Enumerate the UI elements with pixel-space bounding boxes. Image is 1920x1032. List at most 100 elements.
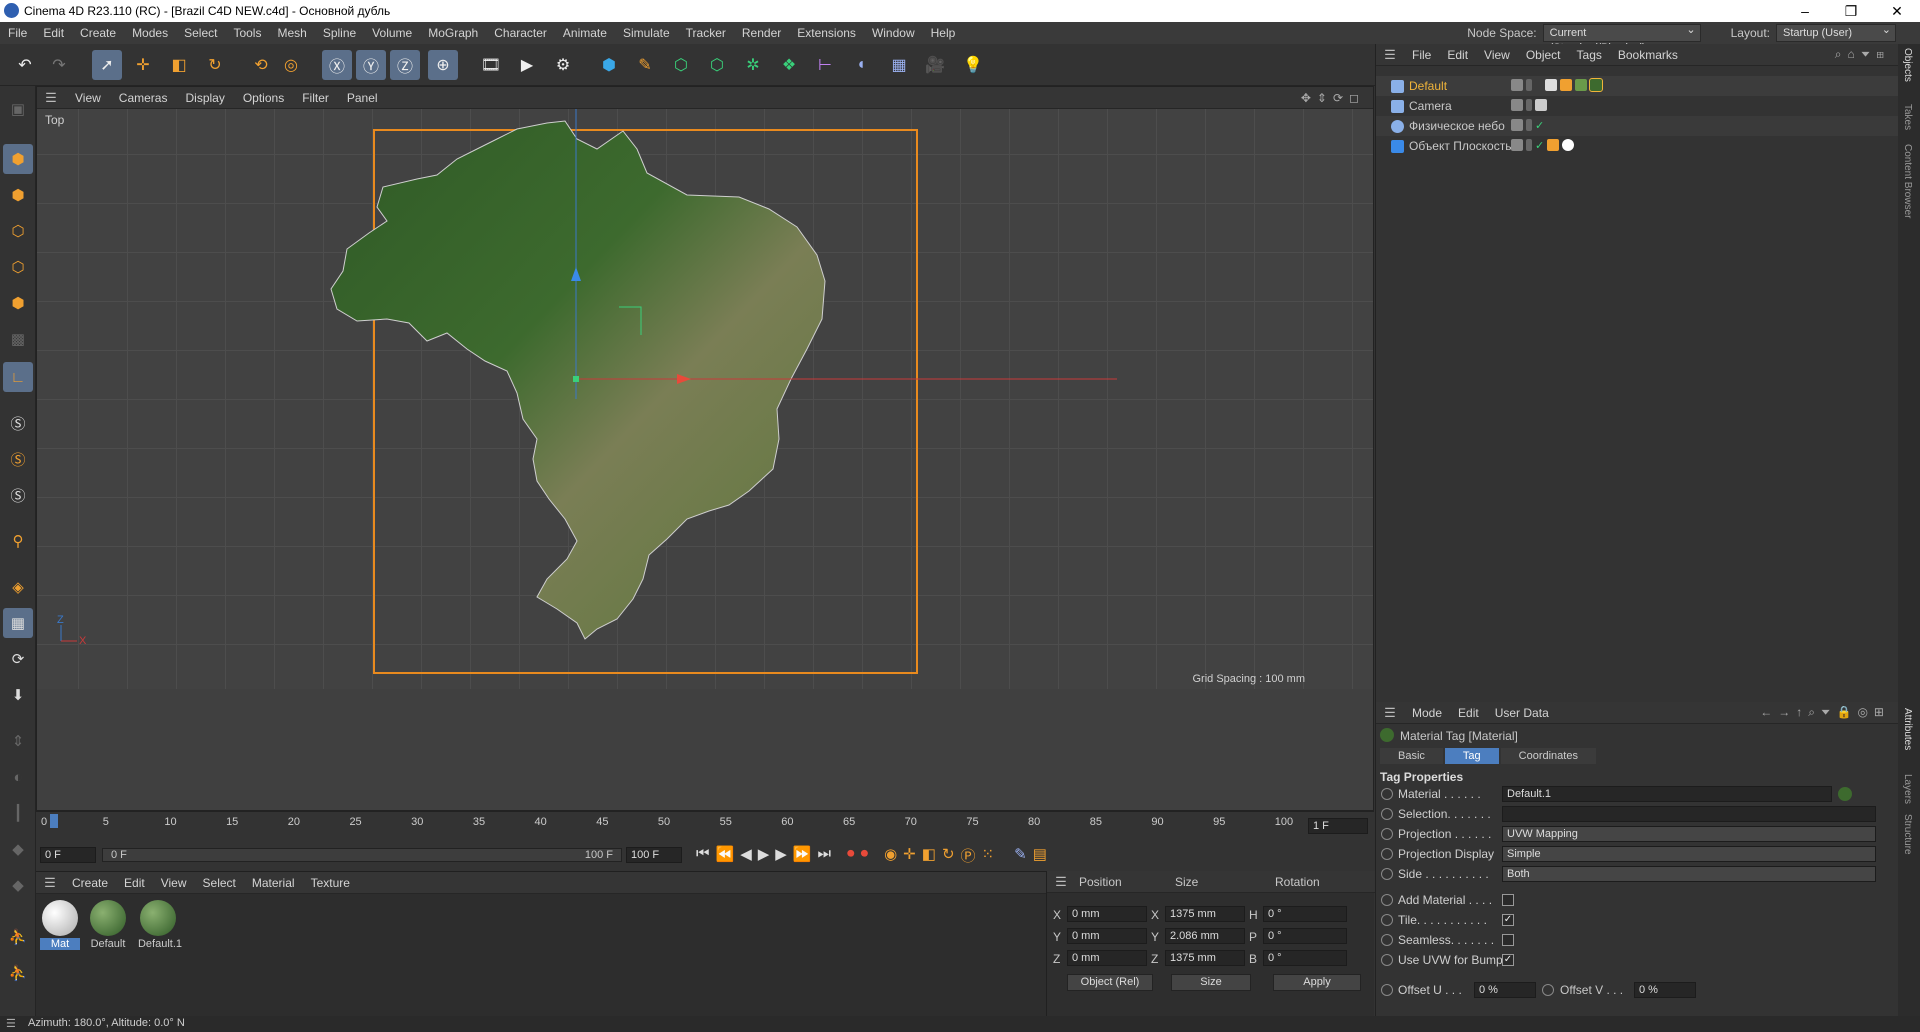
viewport-menu-filter[interactable]: Filter — [294, 91, 337, 105]
material-menu-hamburger-icon[interactable]: ☰ — [36, 875, 64, 891]
side-tab-structure[interactable]: Structure — [1902, 814, 1913, 855]
recent-tools-icon[interactable]: ⟲ — [246, 50, 276, 80]
field-use-uvw-bump[interactable]: Use UVW for Bump ✓ — [1376, 950, 1899, 970]
object-row-default[interactable]: Default — [1376, 76, 1899, 96]
material-menu-create[interactable]: Create — [64, 876, 116, 890]
frame-range-slider[interactable]: 0 F 100 F — [102, 848, 622, 862]
workplane-icon[interactable]: ◈ — [3, 572, 33, 602]
subdivision-icon[interactable]: ⬡ — [666, 50, 696, 80]
live-select-icon[interactable]: ◎ — [276, 50, 306, 80]
tab-tag[interactable]: Tag — [1444, 748, 1499, 764]
object-row-physical-sky[interactable]: Физическое небо ✓ — [1376, 116, 1899, 136]
objects-hamburger-icon[interactable]: ☰ — [1376, 47, 1404, 63]
redo-icon[interactable]: ↷ — [44, 50, 74, 80]
coords-size-z-field[interactable]: 1375 mm — [1165, 950, 1245, 966]
timeline-ruler[interactable]: 0 5 10 15 20 25 30 35 40 45 50 55 60 65 70 75 80 85 90 95 10… — [36, 811, 1374, 841]
coords-size-mode-dropdown[interactable]: Size — [1171, 974, 1251, 991]
objects-menu-view[interactable]: View — [1476, 48, 1518, 62]
autokey-icon[interactable]: ⏺ — [861, 845, 869, 866]
tab-basic[interactable]: Basic — [1380, 748, 1443, 764]
material-mat-label[interactable]: Mat — [40, 938, 80, 950]
tab-coordinates[interactable]: Coordinates — [1500, 748, 1596, 764]
field-tile[interactable]: Tile. . . . . . . . . . . ✓ — [1376, 910, 1899, 930]
menu-create[interactable]: Create — [72, 26, 124, 40]
viewport-nav-icons[interactable]: ✥⇕⟳◻ — [1301, 91, 1365, 105]
menu-spline[interactable]: Spline — [315, 26, 364, 40]
menu-simulate[interactable]: Simulate — [615, 26, 678, 40]
timeline-window-icon[interactable]: ▤ — [1033, 845, 1047, 866]
attributes-hamburger-icon[interactable]: ☰ — [1376, 705, 1404, 721]
add-material-checkbox[interactable] — [1502, 894, 1514, 906]
viewport-canvas[interactable]: Top Z X Grid Spacing: 100 mm — [37, 109, 1373, 689]
side-tab-objects[interactable]: Objects — [1902, 48, 1913, 82]
seamless-checkbox[interactable] — [1502, 934, 1514, 946]
field-material[interactable]: Material . . . . . . Default.1 — [1376, 784, 1899, 804]
next-key-icon[interactable]: ⏩ — [793, 845, 812, 866]
menu-window[interactable]: Window — [864, 26, 923, 40]
close-button[interactable]: ✕ — [1874, 3, 1920, 20]
field-seamless[interactable]: Seamless. . . . . . . — [1376, 930, 1899, 950]
side-tab-layers[interactable]: Layers — [1902, 774, 1913, 804]
coords-size-x-field[interactable]: 1375 mm — [1165, 906, 1245, 922]
offset-u-field[interactable]: 0 % — [1474, 982, 1536, 998]
viewport-menu-panel[interactable]: Panel — [339, 91, 386, 105]
key-rotation-icon[interactable]: ↻ — [942, 845, 955, 866]
attributes-menu-edit[interactable]: Edit — [1450, 706, 1487, 720]
material-default-swatch[interactable] — [90, 900, 126, 936]
prev-key-icon[interactable]: ⏪ — [716, 845, 735, 866]
select-tool-icon[interactable]: ➚ — [92, 50, 122, 80]
field-side[interactable]: Side . . . . . . . . . . Both — [1376, 864, 1899, 884]
go-start-icon[interactable]: ⏮ — [696, 845, 710, 866]
model-mode-icon[interactable]: ⬢ — [3, 144, 33, 174]
start-frame-field[interactable]: 0 F — [40, 847, 96, 863]
viewport-hamburger-icon[interactable]: ☰ — [37, 90, 65, 106]
prev-frame-icon[interactable]: ◀ — [740, 845, 752, 866]
layer-icon[interactable]: ◆ — [3, 834, 33, 864]
light-icon[interactable]: 💡 — [958, 50, 988, 80]
texture-mode-icon[interactable]: ⬢ — [3, 180, 33, 210]
field-projection[interactable]: Projection . . . . . . UVW Mapping — [1376, 824, 1899, 844]
key-pla-icon[interactable]: ⁙ — [982, 845, 995, 866]
coords-rot-h-field[interactable]: 0 ° — [1263, 906, 1347, 922]
menu-mograph[interactable]: MoGraph — [420, 26, 486, 40]
soft-select-icon[interactable]: ◐ — [3, 762, 33, 792]
object-row-camera[interactable]: Camera — [1376, 96, 1899, 116]
deformer-icon[interactable]: ⊢ — [810, 50, 840, 80]
edges-mode-icon[interactable]: ⬡ — [3, 252, 33, 282]
menu-animate[interactable]: Animate — [555, 26, 615, 40]
field-selection[interactable]: Selection. . . . . . . — [1376, 804, 1899, 824]
field-icon[interactable]: ◖ — [846, 50, 876, 80]
key-param-icon[interactable]: Ⓟ — [961, 845, 976, 866]
coords-hamburger-icon[interactable]: ☰ — [1047, 874, 1075, 890]
field-projection-display[interactable]: Projection Display Simple — [1376, 844, 1899, 864]
menu-edit[interactable]: Edit — [35, 26, 72, 40]
workplane-lock-icon[interactable]: ⟳ — [3, 644, 33, 674]
run-script-icon[interactable]: ⛹ — [3, 922, 33, 952]
menu-select[interactable]: Select — [176, 26, 225, 40]
object-row-plane[interactable]: Объект Плоскость ✓ — [1376, 136, 1899, 156]
camera-icon[interactable]: 🎥 — [920, 50, 950, 80]
coords-apply-button[interactable]: Apply — [1273, 974, 1361, 991]
workplane-grid-icon[interactable]: ▦ — [3, 608, 33, 638]
polygons-mode-icon[interactable]: ⬢ — [3, 288, 33, 318]
rotate-tool-icon[interactable]: ↻ — [200, 50, 230, 80]
material-default1-swatch[interactable] — [140, 900, 176, 936]
extra-tool-icon[interactable]: ◆ — [3, 870, 33, 900]
material-menu-material[interactable]: Material — [244, 876, 303, 890]
menu-volume[interactable]: Volume — [364, 26, 420, 40]
snap-icon[interactable]: Ⓢ — [3, 408, 33, 438]
material-default-label[interactable]: Default — [88, 938, 128, 950]
objects-menu-edit[interactable]: Edit — [1439, 48, 1476, 62]
coordinate-system-icon[interactable]: ⊕ — [428, 50, 458, 80]
status-hamburger-icon[interactable]: ☰ — [6, 1017, 16, 1030]
objects-menu-bookmarks[interactable]: Bookmarks — [1610, 48, 1686, 62]
menu-modes[interactable]: Modes — [124, 26, 176, 40]
key-position-icon[interactable]: ✛ — [903, 845, 916, 866]
pen-spline-icon[interactable]: ✎ — [630, 50, 660, 80]
objects-search-filter-icons[interactable]: ⌕⌂⏷⊞ — [1835, 47, 1890, 62]
viewport-menu-options[interactable]: Options — [235, 91, 292, 105]
material-menu-view[interactable]: View — [153, 876, 195, 890]
viewport-menu-view[interactable]: View — [67, 91, 109, 105]
run-script-2-icon[interactable]: ⛹ — [3, 958, 33, 988]
attributes-nav-icons[interactable]: ←→↑⌕⏷🔒◎⊞ — [1760, 705, 1890, 720]
